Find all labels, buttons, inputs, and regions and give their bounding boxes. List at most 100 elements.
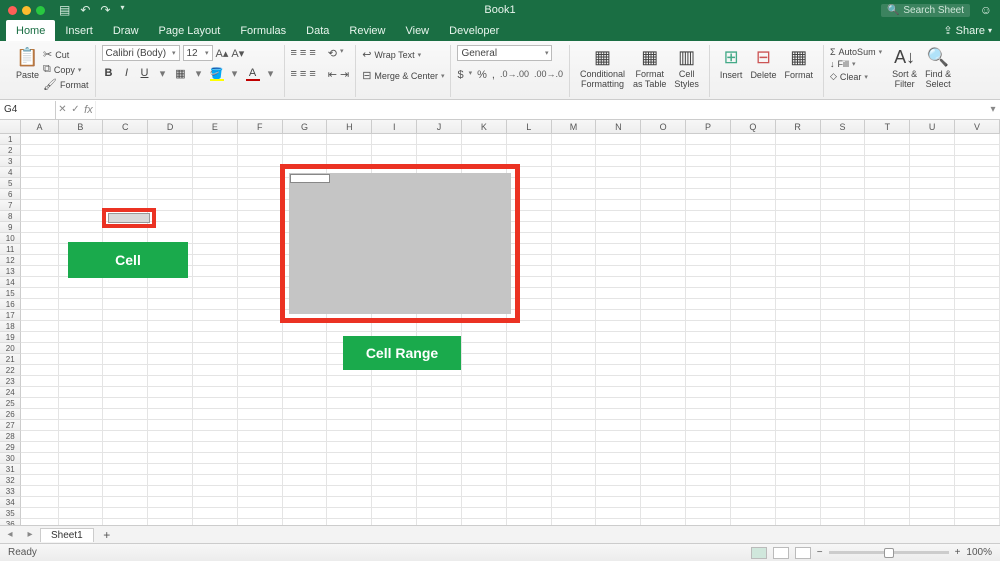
- cell[interactable]: [21, 255, 58, 266]
- cell[interactable]: [507, 398, 552, 409]
- cell[interactable]: [462, 442, 507, 453]
- cell[interactable]: [776, 156, 821, 167]
- cell[interactable]: [955, 376, 1000, 387]
- cell[interactable]: [148, 464, 193, 475]
- cell[interactable]: [776, 189, 821, 200]
- cell[interactable]: [283, 354, 328, 365]
- cell[interactable]: [865, 266, 910, 277]
- cell[interactable]: [641, 475, 686, 486]
- cell[interactable]: [417, 387, 462, 398]
- cell[interactable]: [148, 156, 193, 167]
- cell[interactable]: [21, 156, 58, 167]
- cell[interactable]: [865, 288, 910, 299]
- cell[interactable]: [21, 387, 58, 398]
- cell[interactable]: [865, 189, 910, 200]
- cell[interactable]: [148, 519, 193, 525]
- column-header[interactable]: V: [955, 120, 1000, 133]
- account-icon[interactable]: ☺: [980, 3, 992, 17]
- row-header[interactable]: 13: [0, 266, 21, 277]
- cell[interactable]: [372, 398, 417, 409]
- cell[interactable]: [596, 266, 641, 277]
- cell[interactable]: [731, 189, 776, 200]
- cell[interactable]: [238, 222, 283, 233]
- cell[interactable]: [731, 409, 776, 420]
- cell[interactable]: [148, 189, 193, 200]
- cell[interactable]: [193, 442, 238, 453]
- row-header[interactable]: 17: [0, 310, 21, 321]
- cell[interactable]: [462, 332, 507, 343]
- cell[interactable]: [417, 475, 462, 486]
- cell[interactable]: [417, 453, 462, 464]
- cell[interactable]: [238, 464, 283, 475]
- cell[interactable]: [776, 200, 821, 211]
- cell[interactable]: [910, 464, 955, 475]
- cell[interactable]: [596, 431, 641, 442]
- cell[interactable]: [686, 486, 731, 497]
- cell[interactable]: [955, 475, 1000, 486]
- cell[interactable]: [865, 310, 910, 321]
- cell[interactable]: [552, 376, 597, 387]
- cell[interactable]: [462, 453, 507, 464]
- cell[interactable]: [641, 233, 686, 244]
- cell[interactable]: [59, 420, 104, 431]
- cell[interactable]: [59, 310, 104, 321]
- row-header[interactable]: 14: [0, 277, 21, 288]
- cell[interactable]: [821, 431, 866, 442]
- cell[interactable]: [148, 167, 193, 178]
- cell[interactable]: [686, 442, 731, 453]
- cell[interactable]: [910, 442, 955, 453]
- save-icon[interactable]: ▤: [59, 3, 70, 17]
- cell[interactable]: [955, 497, 1000, 508]
- next-sheet-icon[interactable]: ▸: [27, 529, 32, 540]
- cell[interactable]: [327, 453, 372, 464]
- tab-draw[interactable]: Draw: [103, 20, 149, 41]
- cell[interactable]: [776, 486, 821, 497]
- cell[interactable]: [821, 156, 866, 167]
- cell[interactable]: [103, 431, 148, 442]
- cell[interactable]: [910, 277, 955, 288]
- cell[interactable]: [865, 255, 910, 266]
- cell[interactable]: [552, 332, 597, 343]
- cell[interactable]: [148, 409, 193, 420]
- cell[interactable]: [148, 310, 193, 321]
- cell[interactable]: [507, 475, 552, 486]
- column-header[interactable]: U: [910, 120, 955, 133]
- cell[interactable]: [731, 442, 776, 453]
- cell[interactable]: [776, 310, 821, 321]
- align-center-icon[interactable]: ≡: [300, 68, 306, 81]
- cell[interactable]: [686, 354, 731, 365]
- cell[interactable]: [327, 387, 372, 398]
- cell[interactable]: [59, 277, 104, 288]
- cell[interactable]: [910, 354, 955, 365]
- column-header[interactable]: P: [686, 120, 731, 133]
- row-header[interactable]: 36: [0, 519, 21, 525]
- cell[interactable]: [596, 233, 641, 244]
- cell[interactable]: [372, 497, 417, 508]
- row-header[interactable]: 31: [0, 464, 21, 475]
- cell[interactable]: [552, 189, 597, 200]
- row-header[interactable]: 12: [0, 255, 21, 266]
- cell[interactable]: [686, 475, 731, 486]
- number-format-select[interactable]: General▾: [457, 45, 552, 61]
- cell[interactable]: [283, 431, 328, 442]
- cell[interactable]: [552, 277, 597, 288]
- cell[interactable]: [507, 519, 552, 525]
- cell[interactable]: [193, 178, 238, 189]
- row-header[interactable]: 32: [0, 475, 21, 486]
- cell[interactable]: [776, 266, 821, 277]
- cell[interactable]: [865, 376, 910, 387]
- cell[interactable]: [865, 343, 910, 354]
- cell[interactable]: [731, 167, 776, 178]
- worksheet-grid[interactable]: ABCDEFGHIJKLMNOPQRSTUV 12345678910111213…: [0, 120, 1000, 525]
- cell[interactable]: [552, 222, 597, 233]
- cell[interactable]: [327, 497, 372, 508]
- cell[interactable]: [821, 365, 866, 376]
- cell[interactable]: [865, 156, 910, 167]
- cell[interactable]: [821, 332, 866, 343]
- cell[interactable]: [731, 365, 776, 376]
- column-header[interactable]: T: [865, 120, 910, 133]
- cell[interactable]: [731, 211, 776, 222]
- cell[interactable]: [865, 475, 910, 486]
- cell[interactable]: [910, 266, 955, 277]
- cell[interactable]: [776, 409, 821, 420]
